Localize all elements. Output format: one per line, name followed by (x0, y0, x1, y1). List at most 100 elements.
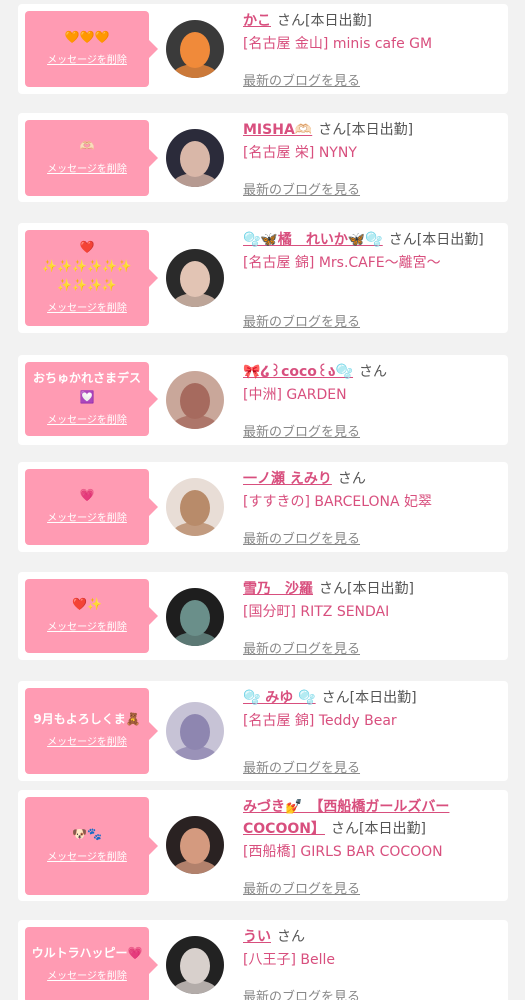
avatar-image (166, 588, 224, 646)
name-line: 雪乃 沙羅 さん[本日出勤] (243, 578, 498, 600)
message-text: 🐶🐾 (72, 827, 102, 841)
delete-message-link[interactable]: メッセージを削除 (47, 411, 127, 426)
cast-name-link[interactable]: うい (243, 929, 271, 945)
avatar[interactable] (166, 371, 224, 429)
delete-message-link[interactable]: メッセージを削除 (47, 51, 127, 66)
latest-blog-link[interactable]: 最新のブログを見る (243, 528, 360, 547)
avatar[interactable] (166, 129, 224, 187)
delete-message-link[interactable]: メッセージを削除 (47, 618, 127, 633)
message-text: 🫶🏻 (79, 139, 95, 153)
honorific: さん (321, 690, 350, 706)
message-text: 🧡🧡🧡 (64, 30, 110, 44)
message-text: 9月もよろしくま🧸 (33, 712, 141, 726)
message-bubble: おちゅかれさまデス💟 メッセージを削除 (25, 362, 158, 436)
avatar[interactable] (166, 249, 224, 307)
message-card: ❤️✨ メッセージを削除 雪乃 沙羅 さん[本日出勤] [国分町] RITZ SENDA… (18, 572, 508, 660)
message-bubble: 🐶🐾 メッセージを削除 (25, 797, 158, 895)
latest-blog-link[interactable]: 最新のブログを見る (243, 311, 360, 330)
avatar-image (166, 249, 224, 307)
name-line: 🫧 みゆ 🫧 さん[本日出勤] (243, 687, 498, 709)
shop-name: [名古屋 錦] Mrs.CAFE～離宮～ (243, 255, 441, 271)
avatar-image (166, 936, 224, 994)
latest-blog-link[interactable]: 最新のブログを見る (243, 878, 360, 897)
avatar[interactable] (166, 588, 224, 646)
message-text: おちゅかれさまデス💟 (32, 370, 141, 404)
cast-info: 一ノ瀬 えみり さん [すすきの] BARCELONA 妃翠 (243, 468, 498, 513)
message-bubble: ウルトラハッピー💗 メッセージを削除 (25, 927, 158, 1000)
shop-name: [名古屋 錦] Teddy Bear (243, 713, 397, 729)
message-bubble: 🧡🧡🧡 メッセージを削除 (25, 11, 158, 87)
message-list: 🧡🧡🧡 メッセージを削除 かこ さん[本日出勤] [名古屋 金山] minis cafe… (0, 0, 525, 1000)
cast-name-link[interactable]: 雪乃 沙羅 (243, 581, 313, 597)
message-text: ❤️ ✨✨✨✨✨✨ ✨✨✨✨ (42, 240, 132, 292)
attendance-status: [本日出勤] (347, 581, 414, 597)
latest-blog-link[interactable]: 最新のブログを見る (243, 757, 360, 776)
shop-name: [八王子] Belle (243, 952, 335, 968)
message-bubble: 9月もよろしくま🧸 メッセージを削除 (25, 688, 158, 774)
message-card: 💗 メッセージを削除 一ノ瀬 えみり さん [すすきの] BARCELONA 妃翠 最新の… (18, 462, 508, 552)
delete-message-link[interactable]: メッセージを削除 (47, 509, 127, 524)
message-card: 🫶🏻 メッセージを削除 MISHA🫶🏻 さん[本日出勤] [名古屋 栄] NYNY 最新の… (18, 113, 508, 202)
name-line: 一ノ瀬 えみり さん (243, 468, 498, 490)
delete-message-link[interactable]: メッセージを削除 (47, 160, 127, 175)
shop-name: [すすきの] BARCELONA 妃翠 (243, 494, 433, 510)
attendance-status: [本日出勤] (305, 13, 372, 29)
cast-info: 🫧 みゆ 🫧 さん[本日出勤] [名古屋 錦] Teddy Bear (243, 687, 498, 732)
avatar[interactable] (166, 702, 224, 760)
attendance-status: [本日出勤] (358, 821, 426, 837)
message-bubble: ❤️ ✨✨✨✨✨✨ ✨✨✨✨ メッセージを削除 (25, 230, 158, 326)
shop-name: [名古屋 金山] minis cafe GM (243, 36, 433, 52)
latest-blog-link[interactable]: 最新のブログを見る (243, 70, 360, 89)
name-line: 🫧🦋橘 れいか🦋🫧 さん[本日出勤] (243, 229, 498, 251)
latest-blog-link[interactable]: 最新のブログを見る (243, 638, 360, 657)
message-card: 🧡🧡🧡 メッセージを削除 かこ さん[本日出勤] [名古屋 金山] minis cafe… (18, 4, 508, 94)
cast-name-link[interactable]: 一ノ瀬 えみり (243, 471, 332, 487)
avatar[interactable] (166, 20, 224, 78)
cast-name-link[interactable]: かこ (243, 13, 271, 29)
message-card: ❤️ ✨✨✨✨✨✨ ✨✨✨✨ メッセージを削除 🫧🦋橘 れいか🦋🫧 さん[本日出勤] [… (18, 223, 508, 333)
honorific: さん (277, 13, 305, 29)
delete-message-link[interactable]: メッセージを削除 (47, 733, 127, 748)
cast-info: みづき💅 【西船橋ガールズバーCOCOON】 さん[本日出勤] [西船橋] GIRL… (243, 796, 498, 863)
attendance-status: [本日出勤] (416, 232, 484, 248)
cast-info: 🫧🦋橘 れいか🦋🫧 さん[本日出勤] [名古屋 錦] Mrs.CAFE～離宮～ (243, 229, 498, 274)
avatar-image (166, 816, 224, 874)
honorific: さん (277, 929, 305, 945)
honorific: さん (318, 122, 347, 138)
avatar-image (166, 371, 224, 429)
cast-name-link[interactable]: 🫧🦋橘 れいか🦋🫧 (243, 232, 383, 248)
message-bubble: 💗 メッセージを削除 (25, 469, 158, 545)
name-line: MISHA🫶🏻 さん[本日出勤] (243, 119, 498, 141)
avatar-image (166, 129, 224, 187)
latest-blog-link[interactable]: 最新のブログを見る (243, 986, 360, 1000)
avatar[interactable] (166, 816, 224, 874)
delete-message-link[interactable]: メッセージを削除 (47, 967, 127, 982)
avatar-image (166, 702, 224, 760)
avatar-image (166, 478, 224, 536)
message-card: 9月もよろしくま🧸 メッセージを削除 🫧 みゆ 🫧 さん[本日出勤] [名古屋 錦] T… (18, 681, 508, 781)
cast-info: MISHA🫶🏻 さん[本日出勤] [名古屋 栄] NYNY (243, 119, 498, 164)
cast-name-link[interactable]: 🫧 みゆ 🫧 (243, 690, 316, 706)
avatar[interactable] (166, 936, 224, 994)
cast-info: 🎀໒꒱coco꒰ა🫧 さん [中洲] GARDEN (243, 361, 498, 406)
message-card: おちゅかれさまデス💟 メッセージを削除 🎀໒꒱coco꒰ა🫧 さん [中洲] GARDE… (18, 355, 508, 445)
cast-name-link[interactable]: 🎀໒꒱coco꒰ა🫧 (243, 364, 353, 380)
message-card: ウルトラハッピー💗 メッセージを削除 うい さん [八王子] Belle 最新のブログを見… (18, 920, 508, 1000)
honorific: さん (319, 581, 347, 597)
name-line: みづき💅 【西船橋ガールズバーCOCOON】 さん[本日出勤] (243, 796, 498, 840)
latest-blog-link[interactable]: 最新のブログを見る (243, 421, 360, 440)
delete-message-link[interactable]: メッセージを削除 (47, 299, 127, 314)
name-line: 🎀໒꒱coco꒰ა🫧 さん (243, 361, 498, 383)
honorific: さん (359, 364, 388, 380)
message-bubble: ❤️✨ メッセージを削除 (25, 579, 158, 653)
delete-message-link[interactable]: メッセージを削除 (47, 848, 127, 863)
cast-name-link[interactable]: MISHA🫶🏻 (243, 122, 312, 138)
message-text: ウルトラハッピー💗 (31, 946, 143, 960)
cast-info: 雪乃 沙羅 さん[本日出勤] [国分町] RITZ SENDAI (243, 578, 498, 623)
avatar[interactable] (166, 478, 224, 536)
avatar-image (166, 20, 224, 78)
message-bubble: 🫶🏻 メッセージを削除 (25, 120, 158, 196)
honorific: さん (388, 232, 417, 248)
attendance-status: [本日出勤] (346, 122, 414, 138)
latest-blog-link[interactable]: 最新のブログを見る (243, 179, 360, 198)
